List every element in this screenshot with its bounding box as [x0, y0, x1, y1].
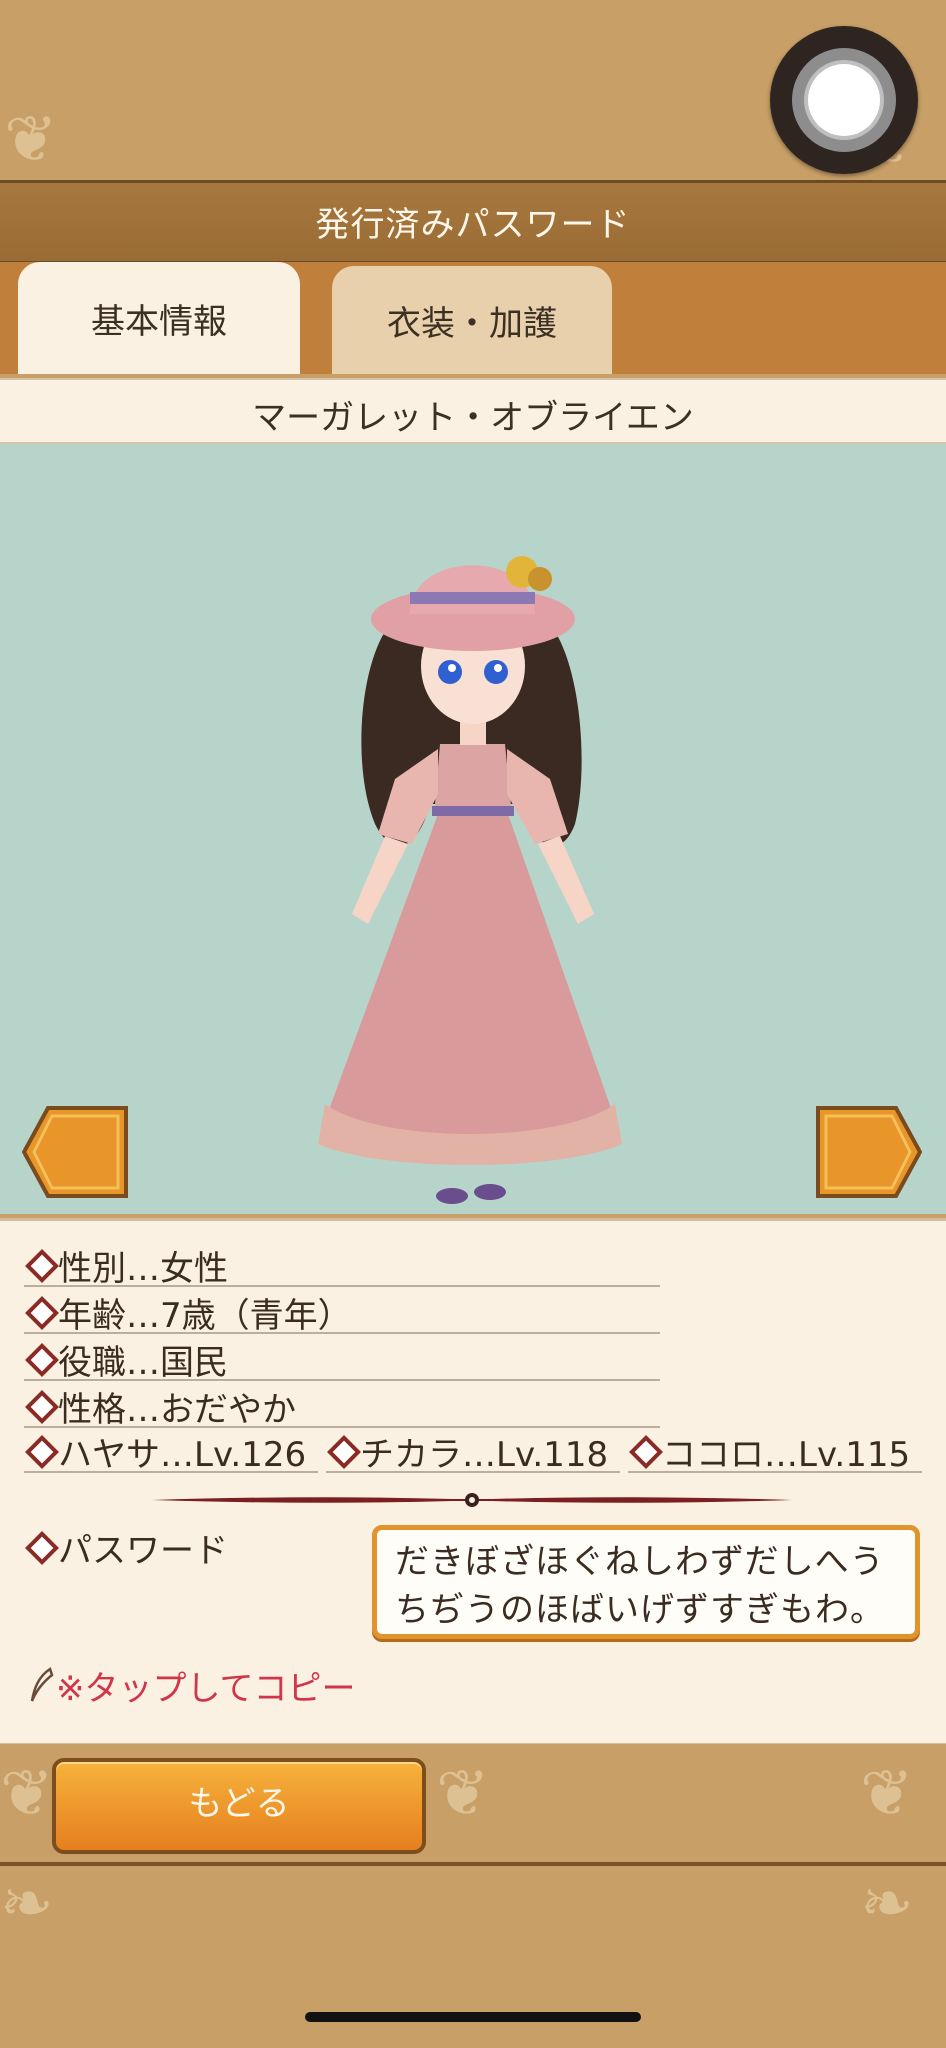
- ornament-bottom-left: ❦: [0, 1757, 54, 1831]
- diamond-bullet-icon: [25, 1435, 59, 1469]
- home-button[interactable]: [770, 26, 918, 174]
- bottom-divider: [0, 1862, 946, 1866]
- character-figure: [318, 556, 622, 1204]
- info-personality: 性格…おだやか: [24, 1382, 660, 1430]
- copy-hint[interactable]: ※タップしてコピー: [28, 1661, 355, 1710]
- home-indicator[interactable]: [305, 2012, 641, 2022]
- ornament-top-left: ❦: [4, 103, 58, 177]
- bottom-band: ❦ ❦ ❦ もどる: [0, 1744, 946, 1862]
- title-bar: 発行済みパスワード: [0, 180, 946, 264]
- character-viewer: [0, 444, 946, 1214]
- arrow-right-icon[interactable]: [816, 1106, 922, 1198]
- stat-heart: ココロ…Lv.115: [628, 1427, 922, 1475]
- password-box[interactable]: だきぼざほぐねしわずだしへう ちぢうのほばいげずすぎもわ。: [372, 1525, 920, 1639]
- diamond-bullet-icon: [25, 1249, 59, 1283]
- info-gender: 性別…女性: [24, 1241, 660, 1289]
- ornament-bottom-right: ❦: [860, 1757, 914, 1831]
- tab-basic-info[interactable]: 基本情報: [18, 262, 300, 374]
- stat-speed: ハヤサ…Lv.126: [24, 1427, 318, 1475]
- diamond-bullet-icon: [25, 1390, 59, 1424]
- ornamental-divider: [152, 1493, 792, 1507]
- ornament-bottom-center: ❦: [436, 1757, 490, 1831]
- character-name: マーガレット・オブライエン: [252, 398, 694, 438]
- ornament-lower-right: ❧: [860, 1867, 914, 1941]
- back-button[interactable]: もどる: [52, 1758, 426, 1854]
- password-line-2: ちぢうのほばいげずすぎもわ。: [395, 1590, 885, 1630]
- page-title: 発行済みパスワード: [315, 205, 631, 245]
- diamond-bullet-icon: [629, 1435, 663, 1469]
- info-role: 役職…国民: [24, 1335, 660, 1383]
- diamond-bullet-icon: [25, 1531, 59, 1565]
- tab-costume-protection[interactable]: 衣装・加護: [332, 266, 612, 374]
- diamond-bullet-icon: [25, 1296, 59, 1330]
- home-button-icon: [792, 48, 896, 152]
- diamond-bullet-icon: [327, 1435, 361, 1469]
- diamond-bullet-icon: [25, 1343, 59, 1377]
- password-line-1: だきぼざほぐねしわずだしへう: [395, 1542, 885, 1582]
- info-panel: 性別…女性 年齢…7歳（青年） 役職…国民 性格…おだやか ハヤサ…Lv.126…: [0, 1218, 946, 1746]
- stat-power: チカラ…Lv.118: [326, 1427, 620, 1475]
- arrow-left-icon[interactable]: [22, 1106, 128, 1198]
- info-age: 年齢…7歳（青年）: [24, 1288, 660, 1336]
- character-name-bar: マーガレット・オブライエン: [0, 378, 946, 444]
- quill-icon: [30, 1667, 54, 1702]
- ornament-lower-left: ❧: [0, 1867, 54, 1941]
- tab-strip: 基本情報 衣装・加護: [0, 262, 946, 374]
